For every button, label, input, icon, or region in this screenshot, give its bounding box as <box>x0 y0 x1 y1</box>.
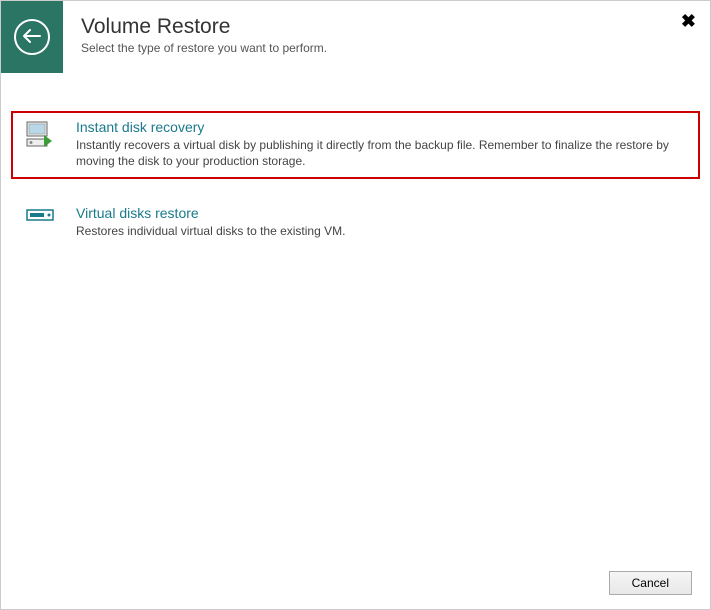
close-button[interactable]: ✖ <box>681 11 696 32</box>
option-text-block: Instant disk recovery Instantly recovers… <box>76 119 685 169</box>
page-subtitle: Select the type of restore you want to p… <box>81 41 327 55</box>
back-arrow-icon <box>23 27 41 47</box>
option-title: Instant disk recovery <box>76 119 685 135</box>
cancel-button[interactable]: Cancel <box>609 571 692 595</box>
close-icon: ✖ <box>681 11 696 31</box>
option-virtual-disks-restore[interactable]: Virtual disks restore Restores individua… <box>11 197 700 249</box>
page-title: Volume Restore <box>81 15 327 39</box>
options-list: Instant disk recovery Instantly recovers… <box>1 73 710 250</box>
option-description: Restores individual virtual disks to the… <box>76 223 685 239</box>
disk-recovery-icon <box>26 121 60 154</box>
footer: Cancel <box>609 571 692 595</box>
header-text-block: Volume Restore Select the type of restor… <box>63 1 327 55</box>
virtual-disk-icon <box>26 207 60 228</box>
option-description: Instantly recovers a virtual disk by pub… <box>76 137 685 169</box>
back-button[interactable] <box>1 1 63 73</box>
back-circle <box>14 19 50 55</box>
option-instant-disk-recovery[interactable]: Instant disk recovery Instantly recovers… <box>11 111 700 179</box>
option-title: Virtual disks restore <box>76 205 685 221</box>
wizard-header: Volume Restore Select the type of restor… <box>1 1 710 73</box>
option-text-block: Virtual disks restore Restores individua… <box>76 205 685 239</box>
